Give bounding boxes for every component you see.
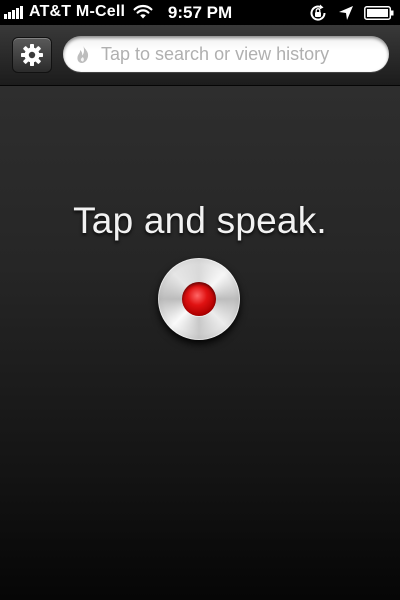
main-area: Tap and speak. <box>0 86 400 600</box>
status-bar: AT&T M-Cell 9:57 PM <box>0 0 400 25</box>
search-box[interactable] <box>63 36 389 72</box>
record-button[interactable] <box>158 258 240 340</box>
search-input[interactable] <box>101 43 371 65</box>
flame-icon <box>77 45 89 63</box>
location-icon <box>339 6 353 20</box>
prompt-text: Tap and speak. <box>73 200 327 241</box>
battery-icon <box>364 6 394 20</box>
record-icon <box>182 282 216 316</box>
header-toolbar <box>0 25 400 86</box>
settings-button[interactable] <box>12 37 52 73</box>
status-right <box>308 3 394 23</box>
screen: AT&T M-Cell 9:57 PM Tap to search or vie… <box>0 0 400 600</box>
rotation-lock-icon <box>310 4 326 21</box>
gear-icon <box>21 44 43 66</box>
